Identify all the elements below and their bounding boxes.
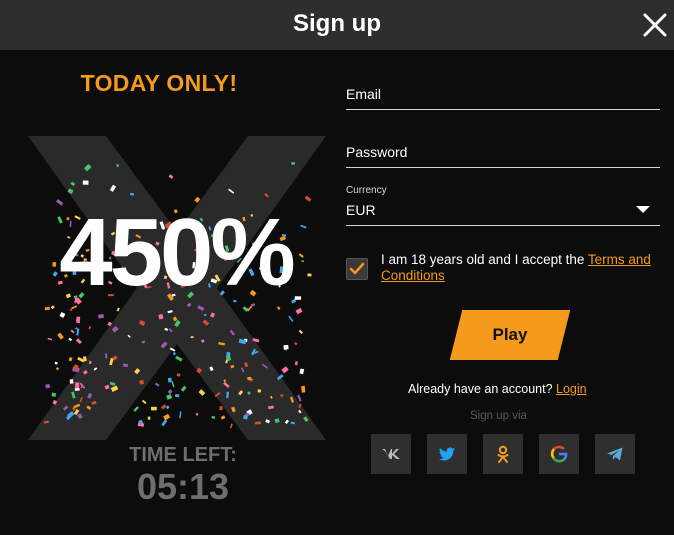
confetti-piece [175,355,183,362]
google-icon [550,445,568,463]
login-link[interactable]: Login [556,382,587,396]
confetti-piece [133,406,139,412]
confetti-piece [55,366,60,371]
odnoklassniki-icon [497,445,509,463]
confetti-piece [54,361,58,365]
confetti-piece [82,180,89,185]
confetti-piece [68,337,73,342]
confetti-piece [74,388,80,391]
password-field[interactable]: Password [346,142,660,168]
password-label: Password [346,144,408,160]
confetti-piece [198,389,206,396]
confetti-piece [288,315,294,322]
telegram-icon [607,447,623,461]
confetti-piece [75,338,82,345]
confetti-piece [175,394,180,398]
confetti-piece [141,399,147,405]
confetti-piece [59,312,66,318]
terms-text: I am 18 years old and I accept the Terms… [381,252,665,284]
confetti-piece [220,415,226,420]
confetti-piece [297,394,302,402]
chevron-down-icon [636,206,650,213]
confetti-piece [195,412,199,416]
confetti-piece [160,404,167,410]
confetti-piece [294,342,298,346]
signup-via-label: Sign up via [470,410,527,422]
confetti-piece [294,361,298,366]
signup-form: Email Password Currency EUR I am 18 year… [346,0,660,535]
confetti-piece [171,381,175,388]
confetti-piece [283,344,289,350]
confetti-piece [298,329,304,335]
email-label: Email [346,86,382,102]
twitter-button[interactable] [427,434,467,474]
confetti-piece [257,389,261,393]
confetti-piece [154,382,160,387]
confetti-piece [70,329,75,334]
terms-checkbox[interactable] [346,258,368,280]
confetti-piece [98,314,104,319]
google-button[interactable] [539,434,579,474]
confetti-piece [167,389,173,395]
timer-label: TIME LEFT: [129,444,237,466]
confetti-piece [88,325,92,330]
terms-label: I am 18 years old and I accept the [381,252,588,267]
confetti-piece [167,377,172,383]
confetti-piece [69,379,74,384]
email-field[interactable]: Email [346,84,660,110]
confetti-piece [173,352,176,355]
account-prompt: Already have an account? Login [408,382,587,396]
confetti-piece [229,423,233,429]
confetti-piece [51,392,57,398]
confetti-piece [219,406,223,411]
confetti-piece [299,368,305,375]
confetti-piece [301,385,306,393]
bonus-percentage: 450% [59,199,296,306]
checkmark-icon [349,262,365,275]
confetti-piece [254,421,261,425]
confetti-piece [179,411,182,419]
confetti-piece [211,415,216,420]
vk-icon [382,449,400,459]
account-text: Already have an account? [408,382,557,396]
twitter-icon [439,447,455,461]
confetti-piece [190,336,194,339]
confetti-piece [180,385,187,392]
confetti-piece [76,316,81,323]
currency-value: EUR [346,202,376,218]
confetti-piece [57,332,64,340]
confetti-piece [68,356,73,362]
play-button[interactable]: Play [449,310,571,360]
confetti-piece [247,376,252,381]
promo-banner: TODAY ONLY! [80,70,238,96]
confetti-piece [166,394,173,400]
currency-label: Currency [346,185,387,196]
confetti-piece [281,366,289,374]
confetti-piece [295,307,303,315]
confetti-piece [45,383,51,389]
timer-value: 05:13 [136,466,230,507]
confetti-piece [168,174,174,179]
confetti-piece [176,373,181,377]
confetti-piece [161,419,168,427]
confetti-piece [74,382,80,389]
currency-select[interactable]: Currency EUR [346,182,660,226]
confetti-piece [116,307,120,312]
confetti-piece [151,406,157,411]
play-label: Play [492,325,528,344]
odnoklassniki-button[interactable] [483,434,523,474]
vk-button[interactable] [371,434,411,474]
confetti-piece [76,328,80,336]
telegram-button[interactable] [595,434,635,474]
confetti-piece [165,405,170,410]
confetti-piece [147,416,151,420]
confetti-piece [47,337,53,341]
confetti-piece [291,162,295,165]
